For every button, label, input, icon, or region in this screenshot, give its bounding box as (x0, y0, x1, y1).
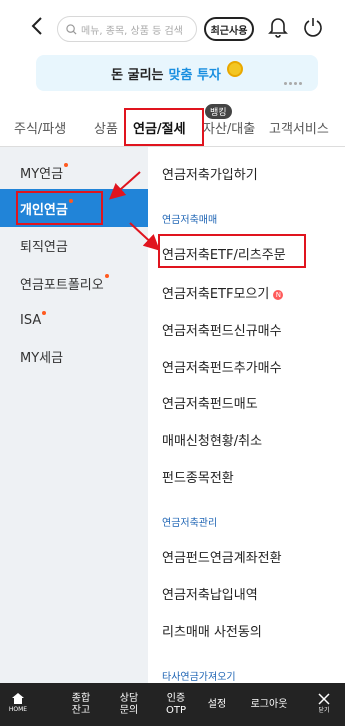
tab-customer-service[interactable]: 고객서비스 (269, 118, 329, 137)
otp-button[interactable]: 인증 OTP (158, 683, 194, 726)
settings-label: 설정 (207, 698, 227, 710)
balance-label-line1: 종합 (71, 692, 91, 704)
side-item-label: MY세금 (20, 350, 64, 366)
banner-pager (284, 82, 302, 85)
highlight-box-tab (124, 108, 204, 146)
tab-stocks[interactable]: 주식/파생 (14, 118, 66, 137)
banking-badge: 뱅킹 (205, 104, 232, 119)
close-label: 닫기 (318, 706, 330, 714)
consult-label-line2: 문의 (119, 704, 139, 716)
menu-item-order-status[interactable]: 매매신청현황/취소 (162, 430, 262, 449)
tab-products[interactable]: 상품 (94, 118, 118, 137)
menu-item-reits-consent[interactable]: 리츠매매 사전동의 (162, 621, 262, 640)
back-icon[interactable] (28, 16, 48, 36)
home-label: HOME (8, 706, 28, 713)
logout-label: 로그아웃 (250, 698, 288, 710)
side-item-retirement-pension[interactable]: 퇴직연금 (0, 226, 148, 264)
consult-button[interactable]: 상담 문의 (112, 683, 146, 726)
side-item-label: 퇴직연금 (20, 239, 68, 255)
new-dot (42, 311, 47, 315)
menu-item-fund-new-buy[interactable]: 연금저축펀드신규매수 (162, 320, 282, 339)
top-header: 메뉴, 종목, 상품 등 검색 최근사용 (0, 0, 345, 50)
search-icon (66, 23, 77, 35)
close-icon (318, 692, 330, 705)
highlight-box-content (158, 234, 306, 268)
new-dot (64, 163, 69, 167)
banner-accent-text: 맞춤 투자 (168, 67, 221, 83)
menu-item-fund-switch[interactable]: 펀드종목전환 (162, 467, 234, 486)
balance-button[interactable]: 종합 잔고 (64, 683, 98, 726)
promo-banner[interactable]: 돈 굴리는 맞춤 투자 (36, 55, 318, 91)
side-item-label: ISA (20, 312, 42, 328)
bell-icon[interactable] (267, 16, 289, 38)
side-item-label: 연금포트폴리오 (20, 277, 104, 293)
recent-button[interactable]: 최근사용 (204, 17, 254, 41)
new-badge: N (273, 290, 284, 300)
tab-assets-loans[interactable]: 자산/대출 (203, 118, 255, 137)
power-icon[interactable] (302, 16, 324, 38)
menu-item-fund-sell[interactable]: 연금저축펀드매도 (162, 393, 258, 412)
consult-label-line1: 상담 (119, 692, 139, 704)
close-button[interactable]: 닫기 (311, 683, 337, 726)
home-button[interactable]: HOME (4, 683, 32, 726)
section-label-transfer-in: 타사연금가져오기 (162, 672, 236, 683)
side-item-label: MY연금 (20, 166, 64, 182)
menu-item-payment-history[interactable]: 연금저축납입내역 (162, 584, 258, 603)
menu-item-pension-signup[interactable]: 연금저축가입하기 (162, 164, 258, 183)
bottom-toolbar: HOME 종합 잔고 상담 문의 인증 OTP 설정 로그아웃 닫기 (0, 683, 345, 726)
new-dot (104, 274, 109, 278)
side-item-my-tax[interactable]: MY세금 (0, 337, 148, 375)
section-label-management: 연금저축관리 (162, 518, 218, 529)
banner-text: 돈 굴리는 (111, 67, 164, 83)
section-label-trading: 연금저축매매 (162, 215, 218, 226)
balance-label-line2: 잔고 (71, 704, 91, 716)
coin-icon (226, 61, 243, 77)
search-placeholder: 메뉴, 종목, 상품 등 검색 (81, 25, 183, 37)
home-icon (12, 693, 24, 704)
settings-button[interactable]: 설정 (200, 683, 234, 726)
highlight-box-side (16, 191, 103, 225)
search-input[interactable]: 메뉴, 종목, 상품 등 검색 (57, 16, 197, 42)
otp-label-line1: 인증 (166, 692, 186, 704)
menu-item-fund-additional-buy[interactable]: 연금저축펀드추가매수 (162, 357, 282, 376)
menu-item-etf-accumulate[interactable]: 연금저축ETF모으기 N (162, 283, 284, 302)
side-item-isa[interactable]: ISA (0, 301, 148, 339)
side-item-pension-portfolio[interactable]: 연금포트폴리오 (0, 264, 148, 302)
otp-label-line2: OTP (165, 704, 186, 716)
menu-item-label: 연금저축ETF모으기 (162, 287, 270, 302)
side-item-my-pension[interactable]: MY연금 (0, 153, 148, 191)
menu-item-account-transfer[interactable]: 연금펀드연금계좌전환 (162, 547, 282, 566)
logout-button[interactable]: 로그아웃 (240, 683, 298, 726)
